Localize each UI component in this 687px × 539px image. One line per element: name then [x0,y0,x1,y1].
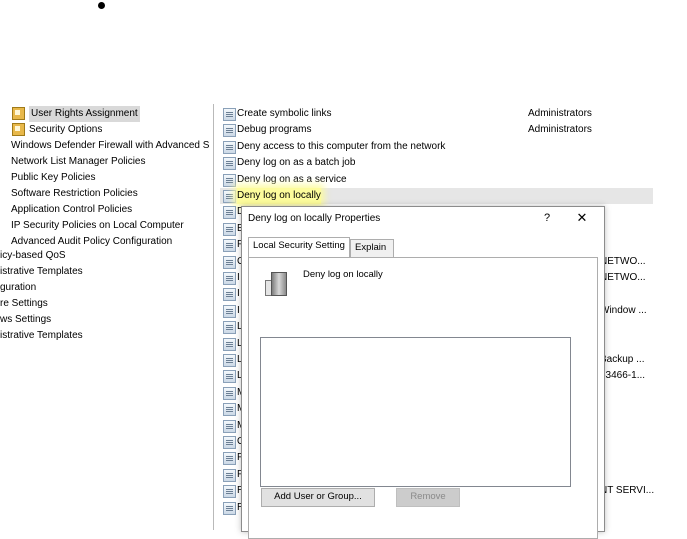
policy-row[interactable]: Debug programs Administrators [220,122,653,138]
tree-item[interactable]: icy-based QoS [0,248,66,264]
close-icon[interactable]: ✕ [575,210,589,226]
tab-explain[interactable]: Explain [350,239,394,257]
policy-icon [223,288,236,302]
tree-item[interactable]: Application Control Policies [11,202,132,218]
policy-icon [223,222,236,236]
policy-icon [223,436,236,449]
policy-icon [223,321,236,335]
tree-item[interactable]: Public Key Policies [11,170,95,186]
policy-name-label: Deny log on locally [303,269,383,280]
tree-item[interactable]: guration [0,280,36,296]
policy-icon [223,403,236,417]
policy-icon [223,190,236,203]
policy-icon [223,206,236,220]
tree-item[interactable]: istrative Templates [0,264,83,280]
tree-item[interactable]: Software Restriction Policies [11,186,138,202]
policy-row[interactable]: Deny log on locally [220,188,653,204]
members-listbox[interactable] [260,337,571,487]
bullet-dot [98,2,105,9]
tree-item[interactable]: istrative Templates [0,328,83,344]
policy-icon [223,157,236,171]
policy-row[interactable]: Create symbolic links Administrators [220,106,653,122]
policy-name: I [237,288,240,300]
policy-name: Deny log on locally [237,188,321,204]
policy-name: Deny access to this computer from the ne… [237,140,446,152]
server-policy-icon [265,272,289,298]
policy-name: Deny log on as a batch job [237,157,356,169]
policy-name: Debug programs [237,124,312,136]
tree-item[interactable]: Network List Manager Policies [11,154,146,170]
security-setting: 53466-1... [600,370,646,382]
tree-item[interactable]: IP Security Policies on Local Computer [11,218,184,234]
policy-name: I [237,272,240,283]
folder-policy-icon [12,106,25,120]
policy-row[interactable]: Deny log on as a service [220,172,653,188]
policy-name: Deny log on as a service [237,173,347,185]
help-icon[interactable]: ? [540,212,554,224]
policy-icon [223,304,236,318]
policy-icon [223,354,236,367]
folder-policy-icon [12,122,25,136]
tree-item[interactable]: Windows Defender Firewall with Advanced … [11,138,209,154]
policy-icon [223,255,236,269]
dialog-title: Deny log on locally Properties [248,213,381,224]
security-setting: Administrators [528,108,592,119]
policy-icon [223,272,236,285]
policy-icon [223,468,236,482]
security-setting: NT SERVI... [600,485,655,497]
policy-name: Create symbolic links [237,108,332,119]
policy-icon [223,386,236,400]
security-setting: NETWO... [600,272,646,283]
tree-item[interactable]: ws Settings [0,312,51,328]
security-setting: Window ... [600,304,647,316]
policy-icon [223,140,236,154]
policy-icon [223,108,236,121]
policy-icon [223,419,236,433]
add-user-or-group-button[interactable]: Add User or Group... [261,488,375,507]
remove-button[interactable]: Remove [396,488,460,507]
tree-item-security-options[interactable]: Security Options [12,122,102,138]
policy-icon [223,173,236,187]
security-setting: Backup ... [600,354,645,365]
properties-dialog: Deny log on locally Properties ? ✕ Local… [241,206,605,539]
policy-icon [223,370,236,384]
policy-icon [223,337,236,351]
tree-item-user-rights-assignment[interactable]: User Rights Assignment [12,106,140,122]
policy-row[interactable]: Deny access to this computer from the ne… [220,139,653,155]
tab-local-security-setting[interactable]: Local Security Setting [248,237,350,257]
tab-panel: Deny log on locally Add User or Group...… [248,257,598,539]
policy-icon [223,452,236,466]
policy-icon [223,501,236,515]
security-setting: Administrators [528,124,592,136]
policy-row[interactable]: Deny log on as a batch job [220,155,653,171]
policy-name: I [237,304,240,316]
policy-icon [223,239,236,253]
navigation-tree: User Rights Assignment Security Options … [0,106,212,530]
policy-icon [223,485,236,499]
pane-splitter[interactable] [213,104,214,530]
tree-item[interactable]: re Settings [0,296,48,312]
security-setting: NETWO... [600,255,646,267]
policy-icon [223,124,236,138]
